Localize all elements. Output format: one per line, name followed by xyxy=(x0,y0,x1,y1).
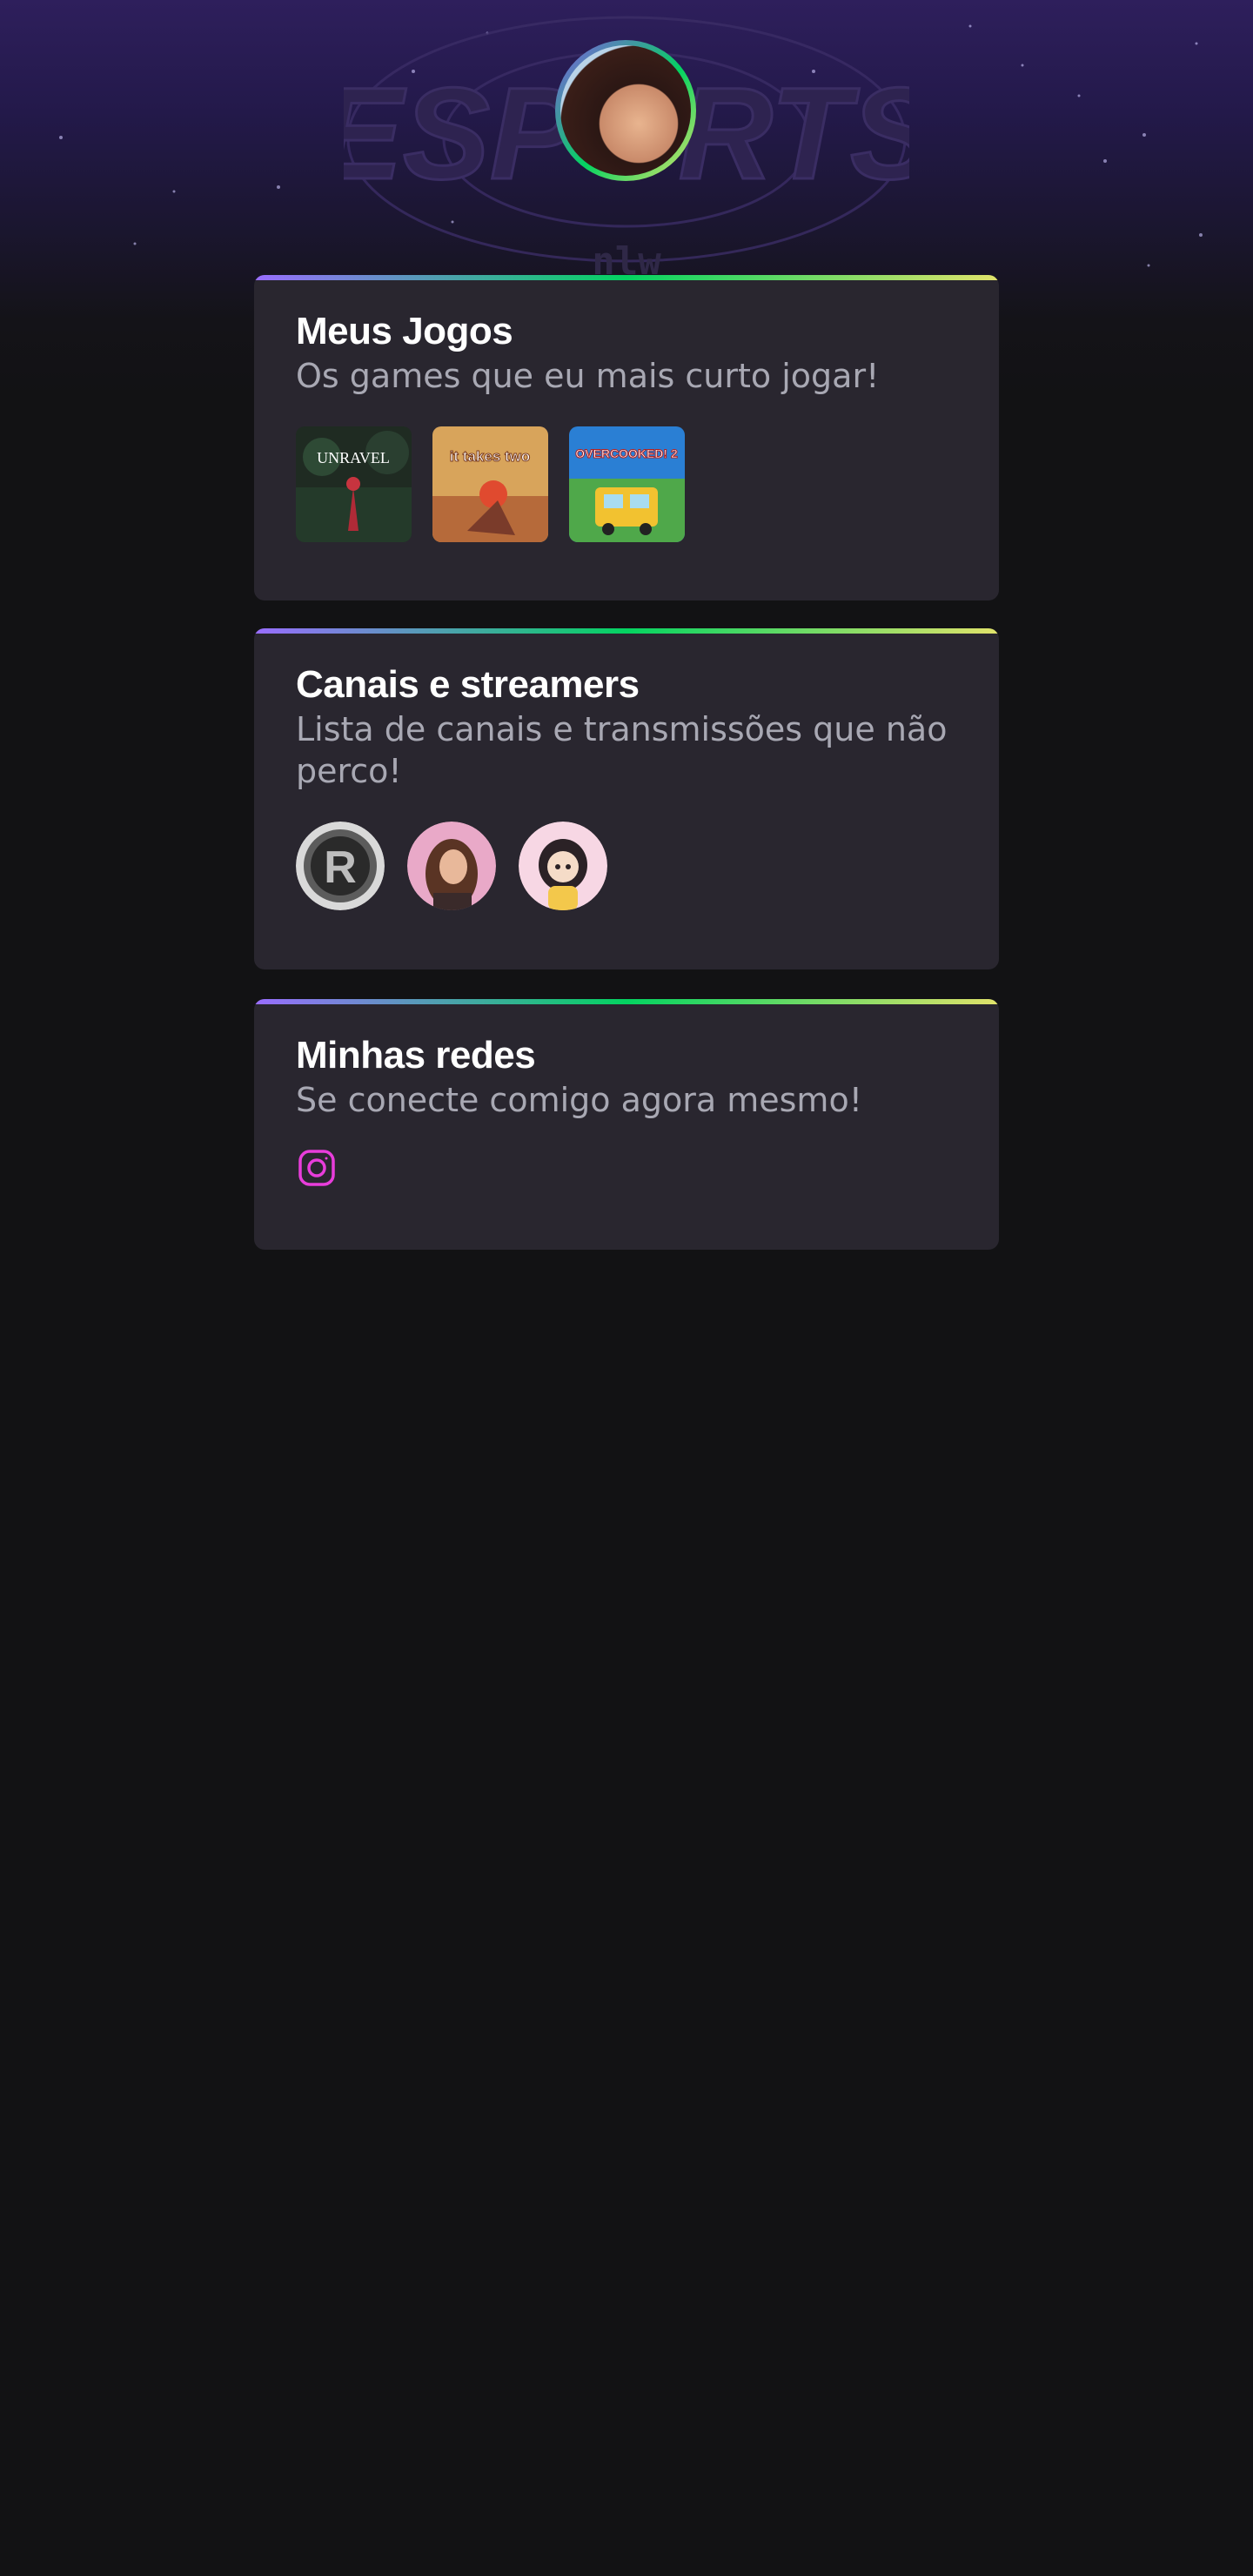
social-title: Minhas redes xyxy=(296,1034,536,1077)
avatar-photo xyxy=(560,45,691,176)
social-card: Minhas redes Se conecte comigo agora mes… xyxy=(254,999,999,1250)
channels-card: Canais e streamers Lista de canais e tra… xyxy=(254,628,999,969)
channel-r-logo[interactable]: R xyxy=(296,822,385,910)
game-unravel[interactable]: UNRAVEL xyxy=(296,426,412,542)
games-subtitle: Os games que eu mais curto jogar! xyxy=(296,357,880,395)
channels-title: Canais e streamers xyxy=(296,663,640,706)
channel-streamer-illustration[interactable] xyxy=(519,822,607,910)
game-it-takes-two[interactable]: it takes two xyxy=(432,426,548,542)
profile-avatar[interactable] xyxy=(555,40,696,181)
channel-streamer-photo[interactable] xyxy=(407,822,496,910)
game-overcooked-2[interactable]: OVERCOOKED! 2 xyxy=(569,426,685,542)
social-links xyxy=(296,1147,957,1192)
channels-subtitle: Lista de canais e transmissões que não p… xyxy=(296,710,948,790)
games-title: Meus Jogos xyxy=(296,310,513,352)
svg-text:UNRAVEL: UNRAVEL xyxy=(317,449,390,466)
social-subtitle: Se conecte comigo agora mesmo! xyxy=(296,1081,862,1119)
games-list: UNRAVEL it takes two OVERCOOKED! 2 xyxy=(296,426,957,542)
games-card: Meus Jogos Os games que eu mais curto jo… xyxy=(254,275,999,600)
svg-text:OVERCOOKED! 2: OVERCOOKED! 2 xyxy=(575,446,678,460)
channels-list: R xyxy=(296,822,957,910)
svg-text:it takes two: it takes two xyxy=(450,448,531,465)
instagram-icon[interactable] xyxy=(296,1147,338,1189)
svg-text:R: R xyxy=(324,842,357,893)
